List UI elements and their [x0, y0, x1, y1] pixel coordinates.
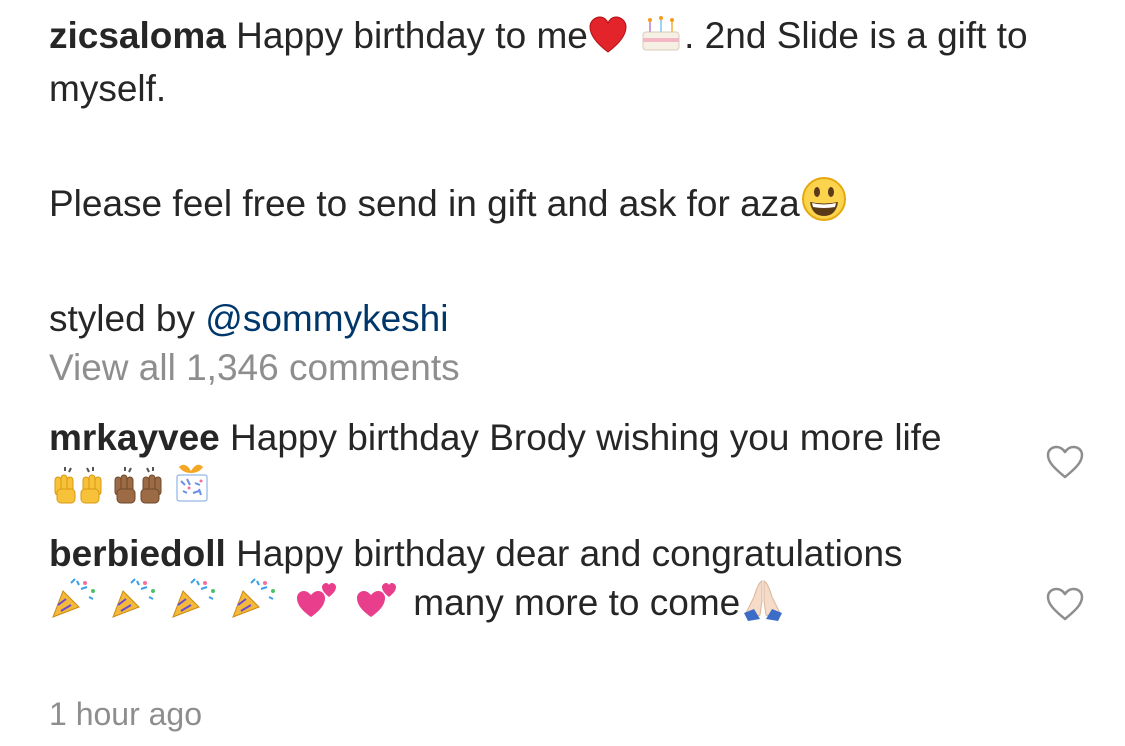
raising-hands-dark-emoji — [109, 465, 169, 516]
comment-text: Happy birthday Brody wishing you more li… — [230, 417, 942, 458]
styled-by-label: styled by — [49, 298, 206, 339]
caption-text-line1: Happy birthday to me — [236, 15, 588, 56]
mention-link[interactable]: @sommykeshi — [205, 298, 448, 339]
caption-second-paragraph: Please feel free to send in gift and ask… — [49, 176, 1059, 233]
view-all-comments-link[interactable]: View all 1,346 comments — [49, 344, 460, 391]
wrapped-gift-emoji — [169, 461, 215, 516]
post-timestamp: 1 hour ago — [49, 696, 203, 732]
raising-hands-emoji — [49, 465, 109, 516]
red-heart-emoji — [588, 16, 628, 65]
two-hearts-emoji — [293, 577, 403, 632]
comment-text: Happy birthday dear and congratulations — [236, 533, 903, 574]
caption-first-paragraph: zicsaloma Happy birthday to me . 2nd Sli… — [49, 12, 1059, 112]
comment-username[interactable]: mrkayvee — [49, 417, 220, 458]
folded-hands-emoji — [740, 577, 786, 632]
grinning-face-emoji — [800, 176, 848, 233]
comment-username[interactable]: berbiedoll — [49, 533, 226, 574]
comment-text-end: many more to come — [413, 582, 741, 623]
caption-styled-by: styled by @sommykeshi — [49, 295, 1059, 342]
party-popper-emoji — [49, 577, 293, 632]
comment-item: berbiedoll Happy birthday dear and congr… — [49, 530, 1009, 632]
caption-text-para2: Please feel free to send in gift and ask… — [49, 183, 800, 224]
comment-item: mrkayvee Happy birthday Brody wishing yo… — [49, 414, 1009, 516]
caption-username[interactable]: zicsaloma — [49, 15, 226, 56]
birthday-cake-emoji — [638, 14, 684, 65]
like-comment-heart-icon[interactable] — [1045, 444, 1085, 480]
post-caption: zicsaloma Happy birthday to me . 2nd Sli… — [49, 12, 1059, 342]
like-comment-heart-icon[interactable] — [1045, 586, 1085, 622]
